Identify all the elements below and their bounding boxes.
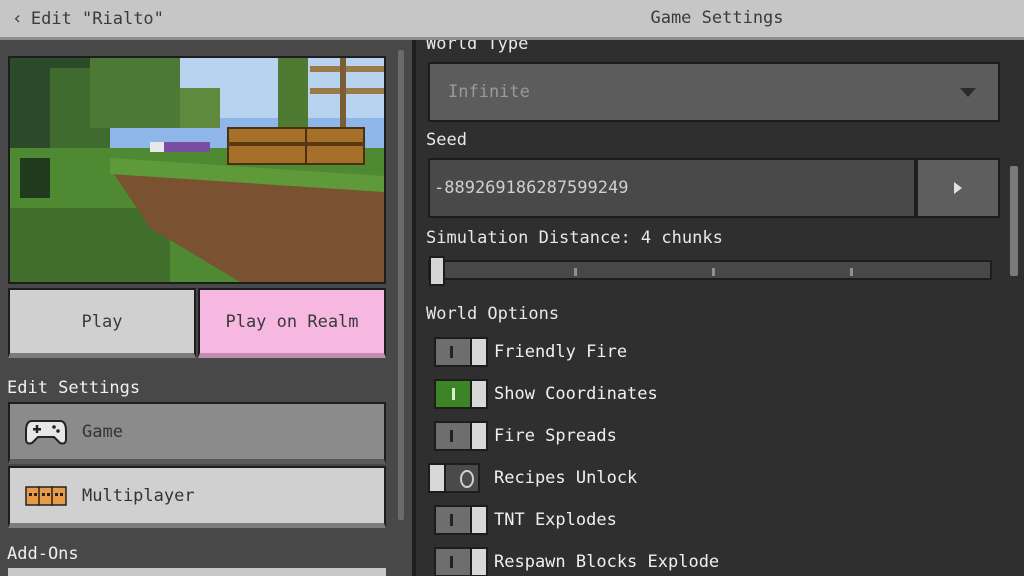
players-icon xyxy=(24,480,68,512)
toggle-show-coordinates[interactable] xyxy=(434,379,488,409)
world-type-value: Infinite xyxy=(448,82,530,102)
edit-settings-header: Edit Settings xyxy=(7,378,141,398)
play-button[interactable]: Play xyxy=(8,288,196,358)
option-respawn-blocks-explode[interactable]: Respawn Blocks Explode xyxy=(434,546,719,576)
world-options-header: World Options xyxy=(426,304,560,324)
option-label: Friendly Fire xyxy=(494,342,628,362)
left-panel: Play Play on Realm Edit Settings Game Mu… xyxy=(0,40,412,576)
seed-input[interactable]: -889269186287599249 xyxy=(428,158,916,218)
option-label: Fire Spreads xyxy=(494,426,617,446)
seed-label: Seed xyxy=(426,130,467,150)
nav-multiplayer-label: Multiplayer xyxy=(82,485,195,506)
simulation-distance-label: Simulation Distance: 4 chunks xyxy=(426,228,723,248)
slider-thumb[interactable] xyxy=(429,256,445,286)
settings-panel: World Type Infinite Seed -88926918628759… xyxy=(416,40,1024,576)
toggle-respawn-blocks-explode[interactable] xyxy=(434,547,488,576)
option-show-coordinates[interactable]: Show Coordinates xyxy=(434,378,658,410)
play-on-realm-button[interactable]: Play on Realm xyxy=(198,288,386,358)
page-title: Game Settings xyxy=(650,8,784,28)
toggle-tnt-explodes[interactable] xyxy=(434,505,488,535)
option-label: Respawn Blocks Explode xyxy=(494,552,720,572)
seed-generate-button[interactable] xyxy=(916,158,1000,218)
toggle-fire-spreads[interactable] xyxy=(434,421,488,451)
slider-tick xyxy=(712,268,715,276)
nav-game[interactable]: Game xyxy=(8,402,386,464)
back-label: Edit "Rialto" xyxy=(30,8,164,29)
option-friendly-fire[interactable]: Friendly Fire xyxy=(434,336,627,368)
option-tnt-explodes[interactable]: TNT Explodes xyxy=(434,504,617,536)
toggle-recipes-unlock[interactable] xyxy=(428,463,480,493)
addons-item[interactable] xyxy=(8,568,386,576)
right-scrollbar[interactable] xyxy=(1010,166,1018,276)
addons-header: Add-Ons xyxy=(7,544,79,564)
world-preview-image xyxy=(8,56,386,284)
option-label: Show Coordinates xyxy=(494,384,658,404)
option-recipes-unlock[interactable]: Recipes Unlock xyxy=(428,462,637,494)
slider-tick xyxy=(574,268,577,276)
world-type-dropdown[interactable]: Infinite xyxy=(428,62,1000,122)
play-arrow-icon xyxy=(954,182,962,194)
simulation-distance-slider[interactable] xyxy=(428,260,992,280)
nav-game-label: Game xyxy=(82,421,123,442)
slider-tick xyxy=(850,268,853,276)
top-bar: ‹ Edit "Rialto" Game Settings xyxy=(0,0,1024,40)
toggle-friendly-fire[interactable] xyxy=(434,337,488,367)
option-fire-spreads[interactable]: Fire Spreads xyxy=(434,420,617,452)
chevron-left-icon: ‹ xyxy=(12,8,23,29)
gamepad-icon xyxy=(24,416,68,448)
world-type-label: World Type xyxy=(426,40,529,54)
chevron-down-icon xyxy=(960,88,976,97)
option-label: TNT Explodes xyxy=(494,510,617,530)
nav-multiplayer[interactable]: Multiplayer xyxy=(8,466,386,528)
option-label: Recipes Unlock xyxy=(494,468,638,488)
back-button[interactable]: ‹ Edit "Rialto" xyxy=(12,8,164,29)
seed-value: -889269186287599249 xyxy=(434,178,629,198)
left-scrollbar[interactable] xyxy=(398,50,404,520)
